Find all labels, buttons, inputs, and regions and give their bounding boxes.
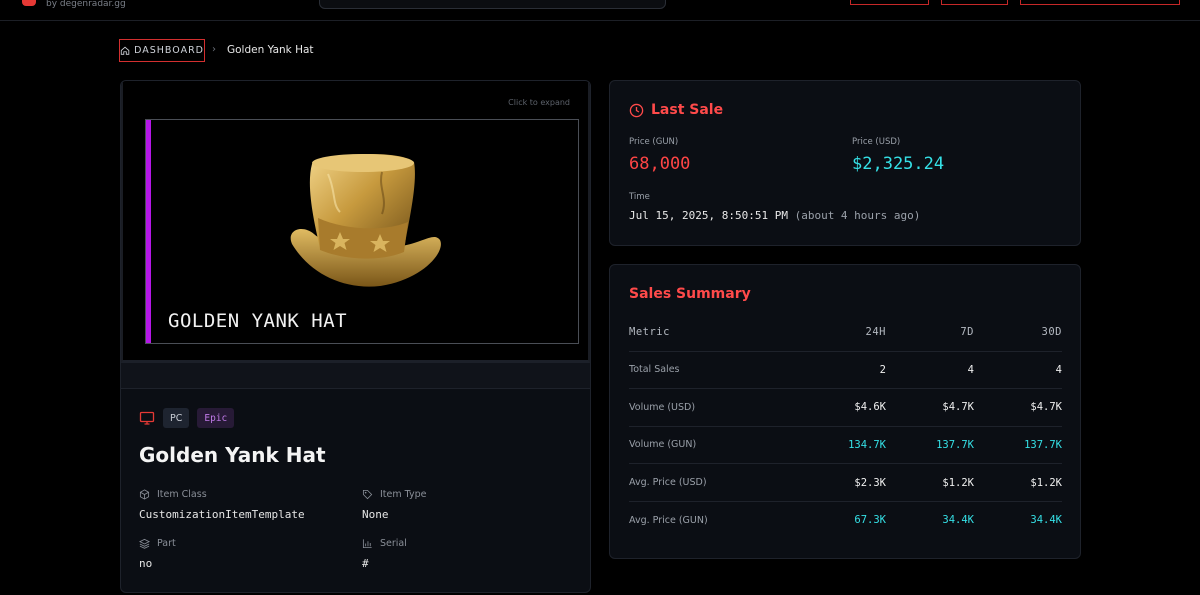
breadcrumb-dashboard-link[interactable]: DASHBOARD [119, 39, 205, 62]
item-name: Golden Yank Hat [139, 443, 326, 467]
price-usd-label: Price (USD) [852, 137, 901, 147]
attr-item-type: Item Type None [362, 489, 426, 521]
item-image-frame[interactable]: GOLDEN YANK HAT [145, 119, 579, 344]
row-metric: Volume (USD) [629, 388, 790, 427]
last-sale-card: Last Sale Price (GUN) 68,000 Price (USD)… [609, 80, 1081, 246]
item-image-panel[interactable]: Click to expand GOLDEN YANK HAT [121, 81, 590, 363]
row-metric: Volume (GUN) [629, 426, 790, 465]
logo-icon[interactable] [22, 0, 36, 6]
breadcrumb-current: Golden Yank Hat [227, 44, 314, 56]
item-tag-row: PC Epic [139, 408, 235, 428]
attr-item-type-label: Item Type [380, 489, 427, 500]
sales-summary-card: Sales Summary Metric 24H 7D 30D Total Sa… [609, 264, 1081, 559]
time-label: Time [629, 192, 650, 202]
attr-part-value: no [139, 557, 153, 570]
platform-badge: PC [163, 408, 190, 428]
cell-24h: 134.7K [790, 426, 886, 465]
site-byline: by degenradar.gg [46, 0, 126, 9]
attr-item-class: Item Class CustomizationItemTemplate [139, 489, 305, 521]
bar-chart-icon [362, 539, 372, 549]
row-metric: Avg. Price (GUN) [629, 514, 708, 526]
price-gun-label: Price (GUN) [629, 137, 679, 147]
price-usd-value: $2,325.24 [852, 154, 945, 174]
attr-item-class-label: Item Class [157, 489, 207, 500]
cell-30d: $1.2K [974, 463, 1062, 502]
col-header-metric: Metric [629, 313, 790, 352]
cell-24h: $4.6K [790, 388, 886, 427]
attr-part-label: Part [157, 538, 176, 549]
cell-24h: 67.3K [854, 514, 886, 527]
image-divider-strip [121, 363, 590, 389]
cell-24h: 2 [790, 351, 886, 390]
cell-30d: 137.7K [974, 426, 1062, 465]
rarity-badge: Epic [197, 408, 235, 428]
cell-7d: $4.7K [886, 388, 974, 427]
golden-hat-image [290, 153, 441, 287]
item-detail-card: Click to expand GOLDEN YANK HAT PC Epic … [120, 80, 591, 593]
tag-icon [362, 489, 373, 500]
table-row: Avg. Price (GUN) 67.3K 34.4K 34.4K [629, 501, 1062, 539]
table-row: Volume (GUN) 134.7K 137.7K 137.7K [629, 426, 1062, 465]
last-sale-header: Last Sale [629, 102, 723, 118]
monitor-icon [139, 411, 155, 425]
search-input[interactable] [319, 0, 666, 9]
col-header-24h: 24H [790, 313, 886, 352]
sale-time-relative: (about 4 hours ago) [794, 209, 921, 222]
cell-7d: 137.7K [886, 426, 974, 465]
top-bar: by degenradar.gg [0, 0, 1200, 21]
sales-summary-title: Sales Summary [629, 286, 751, 302]
cell-30d: $4.7K [974, 388, 1062, 427]
home-icon [120, 46, 130, 55]
table-row: Volume (USD) $4.6K $4.7K $4.7K [629, 388, 1062, 427]
cell-30d: 34.4K [1030, 514, 1062, 527]
item-image-title: GOLDEN YANK HAT [168, 310, 348, 332]
attr-serial-label: Serial [380, 538, 407, 549]
last-sale-title: Last Sale [651, 102, 724, 118]
cell-30d: 4 [974, 351, 1062, 390]
sales-summary-table: Metric 24H 7D 30D Total Sales 2 4 4 Volu… [629, 313, 1062, 539]
sale-time-absolute: Jul 15, 2025, 8:50:51 PM [629, 209, 788, 222]
table-row: Total Sales 2 4 4 [629, 351, 1062, 390]
breadcrumb-separator: › [212, 44, 216, 55]
table-header-row: Metric 24H 7D 30D [629, 313, 1062, 352]
row-metric: Avg. Price (USD) [629, 463, 790, 502]
col-header-7d: 7D [886, 313, 974, 352]
nav-button-1[interactable] [850, 0, 929, 5]
cell-24h: $2.3K [790, 463, 886, 502]
table-row: Avg. Price (USD) $2.3K $1.2K $1.2K [629, 463, 1062, 502]
price-gun-value: 68,000 [629, 154, 691, 174]
rarity-stripe [146, 120, 151, 343]
nav-button-3[interactable] [1020, 0, 1180, 5]
sale-time: Jul 15, 2025, 8:50:51 PM (about 4 hours … [629, 209, 920, 222]
cell-7d: 4 [886, 351, 974, 390]
attr-item-class-value: CustomizationItemTemplate [139, 508, 305, 521]
cell-7d: 34.4K [942, 514, 974, 527]
attr-part: Part no [139, 538, 176, 570]
attr-serial-value: # [362, 557, 369, 570]
attr-serial: Serial # [362, 538, 407, 570]
nav-button-2[interactable] [941, 0, 1008, 5]
breadcrumb-dashboard-label: DASHBOARD [134, 45, 204, 56]
cell-7d: $1.2K [886, 463, 974, 502]
row-metric: Total Sales [629, 351, 790, 390]
clock-icon [629, 103, 644, 117]
attr-item-type-value: None [362, 508, 389, 521]
cube-icon [139, 489, 150, 500]
layers-icon [139, 538, 150, 549]
click-to-expand-hint: Click to expand [508, 98, 570, 107]
col-header-30d: 30D [974, 313, 1062, 352]
